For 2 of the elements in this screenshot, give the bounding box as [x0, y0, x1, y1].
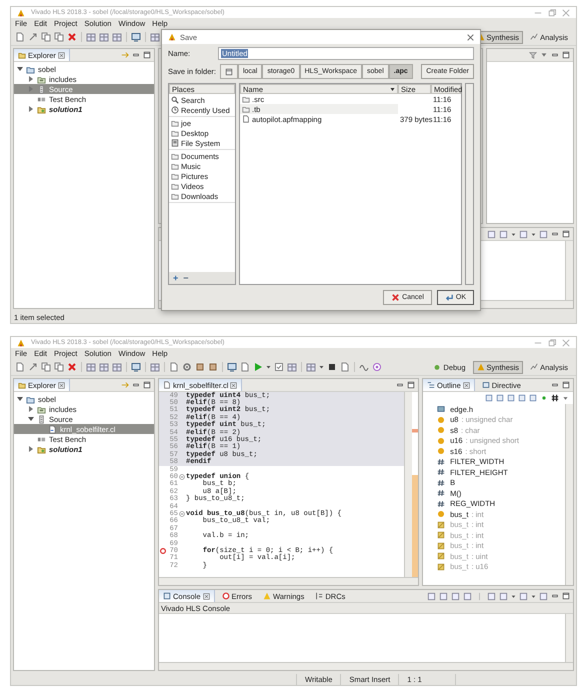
add-place-button[interactable]: + — [172, 273, 180, 283]
remove-place-button[interactable]: − — [182, 273, 190, 283]
